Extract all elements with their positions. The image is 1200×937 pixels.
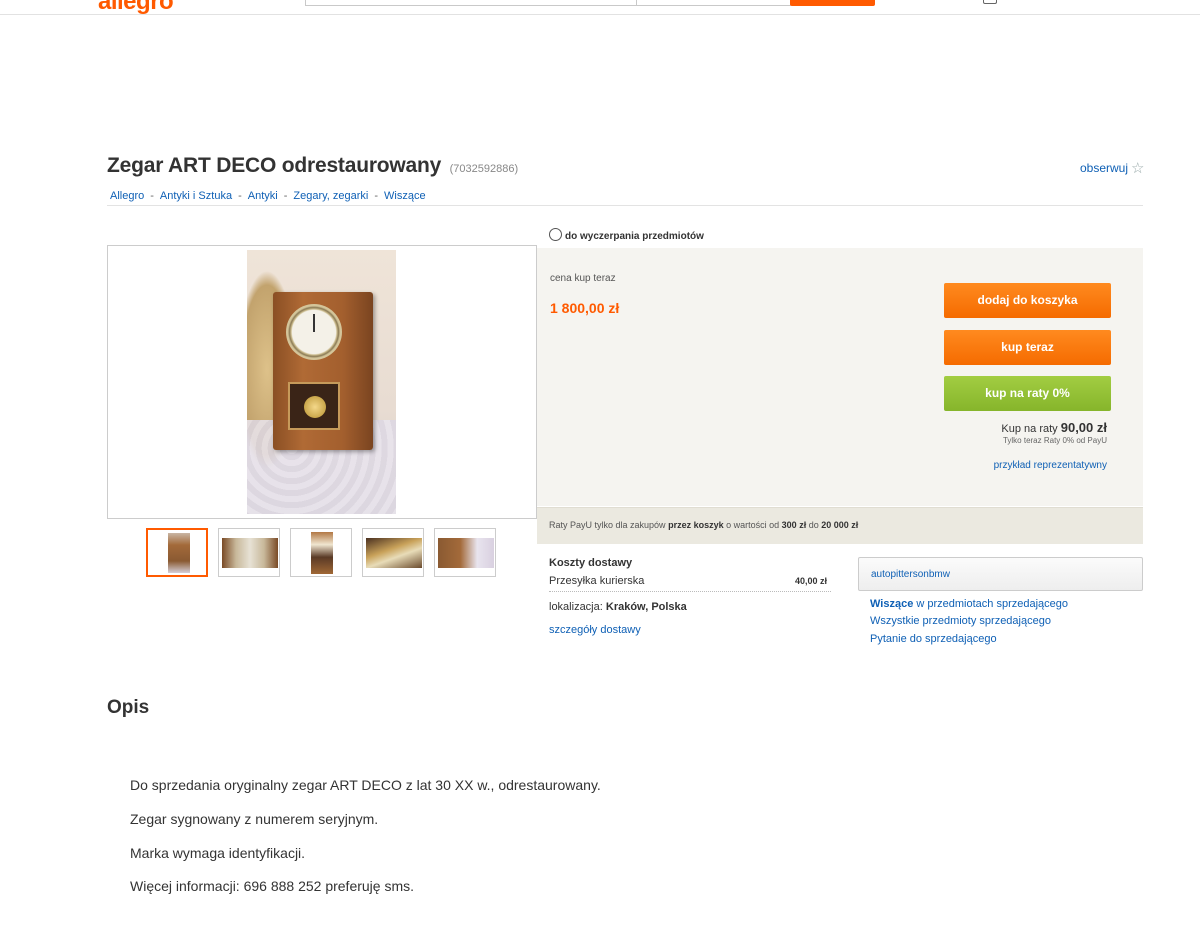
description-line: Więcej informacji: 696 888 252 preferuję… [130, 878, 415, 894]
clock-pendulum-window [288, 382, 340, 430]
location-value: Kraków, Polska [605, 601, 687, 613]
breadcrumb-allegro[interactable]: Allegro [110, 190, 144, 202]
main-product-image[interactable] [107, 245, 537, 519]
seller-name[interactable]: autopittersonbmw [871, 569, 950, 580]
description-line: Zegar sygnowany z numerem seryjnym. [130, 811, 379, 827]
search-input[interactable] [305, 0, 637, 6]
offer-duration: do wyczerpania przedmiotów [549, 226, 704, 242]
installment-info: Kup na raty 90,00 zł [1001, 420, 1107, 435]
clock-case [273, 292, 373, 450]
breadcrumb-separator: - [374, 190, 379, 202]
shipping-cost: 40,00 zł [794, 576, 827, 586]
thumbnail-2[interactable] [218, 528, 280, 577]
shipping-details-link[interactable]: szczegóły dostawy [549, 624, 641, 636]
breadcrumb-separator: - [238, 190, 242, 202]
payu-mid: o wartości od [726, 520, 780, 530]
payu-max: 20 000 zł [821, 520, 859, 530]
location: lokalizacja: Kraków, Polska [549, 601, 687, 613]
seller-box[interactable]: autopittersonbmw [858, 557, 1143, 591]
thumbnail-4[interactable] [362, 528, 424, 577]
buy-installments-button[interactable]: kup na raty 0% [944, 376, 1111, 411]
seller-category-link[interactable]: Wiszące w przedmiotach sprzedającego [870, 598, 1068, 610]
watch-label: obserwuj [1080, 161, 1129, 175]
payu-text: Raty PayU tylko dla zakupów przez koszyk… [549, 520, 858, 530]
thumbnail-1-image [168, 533, 190, 573]
breadcrumb-separator: - [150, 190, 154, 202]
thumbnail-3-image [311, 532, 333, 574]
price-label: cena kup teraz [550, 273, 616, 284]
location-label: lokalizacja: [549, 601, 603, 613]
breadcrumb: Allegro - Antyki i Sztuka - Antyki - Zegary, z… [110, 190, 426, 202]
price: 1 800,00 zł [550, 300, 620, 316]
thumbnail-1[interactable] [146, 528, 208, 577]
add-to-cart-button[interactable]: dodaj do koszyka [944, 283, 1111, 318]
ask-seller-link[interactable]: Pytanie do sprzedającego [870, 633, 997, 645]
breadcrumb-antyki[interactable]: Antyki [248, 190, 278, 202]
clock-face [286, 304, 342, 360]
breadcrumb-antyki-i-sztuka[interactable]: Antyki i Sztuka [160, 190, 232, 202]
representative-example-link[interactable]: przykład reprezentatywny [994, 460, 1107, 471]
category-select[interactable] [636, 0, 791, 6]
shipping-title: Koszty dostawy [549, 557, 633, 569]
item-id: (7032592886) [449, 163, 519, 175]
page-title: Zegar ART DECO odrestaurowany [107, 154, 442, 177]
seller-category-rest: w przedmiotach sprzedającego [916, 598, 1069, 610]
star-icon: ☆ [1131, 160, 1145, 177]
shipping-row: Przesyłka kurierska 40,00 zł [549, 575, 831, 592]
seller-all-items-link[interactable]: Wszystkie przedmioty sprzedającego [870, 615, 1051, 627]
description-line: Do sprzedania oryginalny zegar ART DECO … [130, 777, 601, 793]
thumbnail-3[interactable] [290, 528, 352, 577]
clock-photo [247, 250, 396, 514]
installment-note: Tylko teraz Raty 0% od PayU [1002, 436, 1107, 445]
payu-bold-cart: przez koszyk [668, 520, 724, 530]
shipping-method: Przesyłka kurierska [549, 575, 645, 587]
thumbnail-2-image [222, 538, 278, 568]
clock-pendulum [304, 396, 326, 418]
thumbnail-5-image [438, 538, 494, 568]
payu-prefix: Raty PayU tylko dla zakupów [549, 520, 666, 530]
breadcrumb-zegary[interactable]: Zegary, zegarki [293, 190, 368, 202]
installment-prefix: Kup na raty [1001, 423, 1058, 435]
description-line: Marka wymaga identyfikacji. [130, 845, 306, 861]
search-button[interactable] [790, 0, 875, 6]
thumbnail-4-image [366, 538, 422, 568]
title-row: Zegar ART DECO odrestaurowany (703259288… [107, 154, 518, 178]
buy-now-button[interactable]: kup teraz [944, 330, 1111, 365]
duration-text: do wyczerpania przedmiotów [565, 231, 704, 242]
cart-icon[interactable] [983, 0, 997, 4]
offer-box: cena kup teraz 1 800,00 zł dodaj do kosz… [537, 248, 1143, 506]
allegro-logo[interactable]: allegro [98, 0, 174, 14]
payu-mid2: do [808, 520, 819, 530]
payu-min: 300 zł [781, 520, 807, 530]
title-divider [107, 205, 1143, 206]
watch-link[interactable]: obserwuj ☆ [1080, 158, 1145, 177]
description-heading: Opis [107, 697, 150, 718]
stopwatch-icon [549, 228, 562, 241]
breadcrumb-separator: - [283, 190, 288, 202]
installment-amount: 90,00 zł [1060, 420, 1107, 435]
top-header: allegro [0, 0, 1200, 15]
payu-info-bar: Raty PayU tylko dla zakupów przez koszyk… [537, 507, 1143, 544]
seller-category-bold: Wiszące [870, 598, 914, 610]
thumbnail-5[interactable] [434, 528, 496, 577]
breadcrumb-wiszace[interactable]: Wiszące [384, 190, 426, 202]
